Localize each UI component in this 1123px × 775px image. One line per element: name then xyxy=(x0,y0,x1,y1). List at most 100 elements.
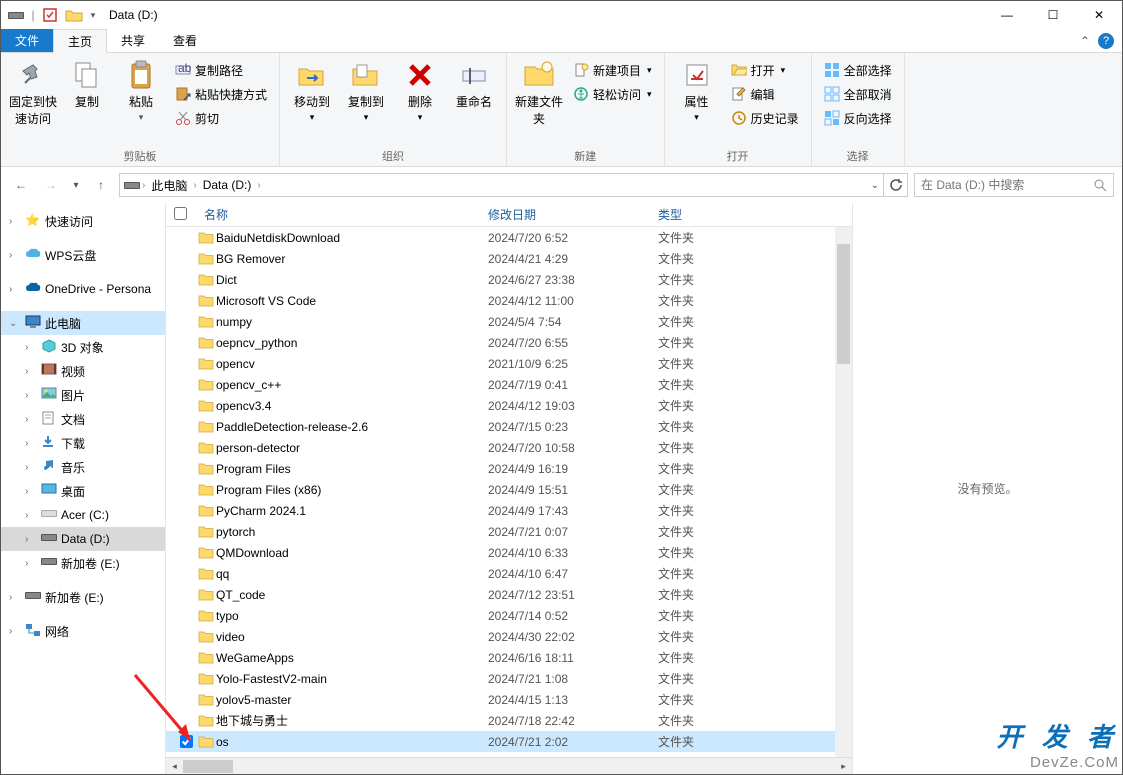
sidebar-downloads[interactable]: ›下载 xyxy=(1,431,165,455)
file-row[interactable]: opencv3.42024/4/12 19:03文件夹 xyxy=(166,395,852,416)
sidebar-acer-c[interactable]: ›Acer (C:) xyxy=(1,503,165,527)
tab-view[interactable]: 查看 xyxy=(159,29,211,52)
qat-properties[interactable] xyxy=(39,4,61,26)
file-row[interactable]: typo2024/7/14 0:52文件夹 xyxy=(166,605,852,626)
sidebar-wps[interactable]: ›WPS云盘 xyxy=(1,243,165,267)
ribbon-collapse-icon[interactable]: ⌃ xyxy=(1080,34,1090,48)
new-folder-button[interactable]: 新建文件夹 xyxy=(515,57,563,127)
sidebar-pictures[interactable]: ›图片 xyxy=(1,383,165,407)
file-row[interactable]: PaddleDetection-release-2.62024/7/15 0:2… xyxy=(166,416,852,437)
column-headers[interactable]: 名称 修改日期 类型 xyxy=(166,203,852,227)
file-row[interactable]: PyCharm 2024.12024/4/9 17:43文件夹 xyxy=(166,500,852,521)
search-input[interactable] xyxy=(921,178,1093,192)
sidebar-data-d[interactable]: ›Data (D:) xyxy=(1,527,165,551)
file-row[interactable]: pytorch2024/7/21 0:07文件夹 xyxy=(166,521,852,542)
file-row[interactable]: yolov5-master2024/4/15 1:13文件夹 xyxy=(166,689,852,710)
new-folder-icon xyxy=(523,59,555,91)
select-all-checkbox[interactable] xyxy=(174,207,187,220)
sidebar-vol-e2[interactable]: ›新加卷 (E:) xyxy=(1,585,165,609)
file-row[interactable]: 地下城与勇士2024/7/18 22:42文件夹 xyxy=(166,710,852,731)
column-date[interactable]: 修改日期 xyxy=(488,206,658,223)
minimize-button[interactable]: — xyxy=(984,1,1030,29)
sidebar-3d-objects[interactable]: ›3D 对象 xyxy=(1,335,165,359)
select-none-button[interactable]: 全部取消 xyxy=(820,83,896,105)
column-name[interactable]: 名称 xyxy=(198,206,488,223)
file-row[interactable]: person-detector2024/7/20 10:58文件夹 xyxy=(166,437,852,458)
file-row[interactable]: BaiduNetdiskDownload2024/7/20 6:52文件夹 xyxy=(166,227,852,248)
maximize-button[interactable]: ☐ xyxy=(1030,1,1076,29)
sidebar-onedrive[interactable]: ›OneDrive - Persona xyxy=(1,277,165,301)
row-checkbox[interactable] xyxy=(180,735,193,748)
sidebar-documents[interactable]: ›文档 xyxy=(1,407,165,431)
vertical-scrollbar[interactable] xyxy=(835,227,852,757)
sidebar-network[interactable]: ›网络 xyxy=(1,619,165,643)
sidebar-quick-access[interactable]: ›⭐快速访问 xyxy=(1,209,165,233)
nav-back-button[interactable]: ← xyxy=(9,173,33,197)
breadcrumb[interactable]: › 此电脑 › Data (D:) › ⌄ xyxy=(119,173,884,197)
navigation-sidebar[interactable]: ›⭐快速访问 ›WPS云盘 ›OneDrive - Persona ⌄此电脑 ›… xyxy=(1,203,166,774)
sidebar-music[interactable]: ›音乐 xyxy=(1,455,165,479)
move-to-button[interactable]: 移动到▾ xyxy=(288,57,336,123)
file-row[interactable]: QT_code2024/7/12 23:51文件夹 xyxy=(166,584,852,605)
tab-file[interactable]: 文件 xyxy=(1,29,53,52)
file-row[interactable]: Microsoft VS Code2024/4/12 11:00文件夹 xyxy=(166,290,852,311)
help-icon[interactable]: ? xyxy=(1098,33,1114,49)
breadcrumb-location[interactable]: Data (D:) xyxy=(199,178,256,192)
paste-button[interactable]: 粘贴 ▾ xyxy=(117,57,165,123)
history-button[interactable]: 历史记录 xyxy=(727,107,803,129)
select-none-icon xyxy=(824,86,840,102)
file-row[interactable]: qq2024/4/10 6:47文件夹 xyxy=(166,563,852,584)
nav-forward-button[interactable]: → xyxy=(39,173,63,197)
refresh-button[interactable] xyxy=(884,173,908,197)
breadcrumb-this-pc[interactable]: 此电脑 xyxy=(147,177,191,194)
search-box[interactable] xyxy=(914,173,1114,197)
select-all-button[interactable]: 全部选择 xyxy=(820,59,896,81)
qat-newfolder[interactable] xyxy=(63,4,85,26)
file-row[interactable]: video2024/4/30 22:02文件夹 xyxy=(166,626,852,647)
file-row[interactable]: Program Files (x86)2024/4/9 15:51文件夹 xyxy=(166,479,852,500)
column-type[interactable]: 类型 xyxy=(658,206,778,223)
tab-share[interactable]: 共享 xyxy=(107,29,159,52)
breadcrumb-sep-icon[interactable]: › xyxy=(257,180,260,191)
nav-up-button[interactable]: ↑ xyxy=(89,173,113,197)
delete-button[interactable]: 删除▾ xyxy=(396,57,444,123)
sidebar-videos[interactable]: ›视频 xyxy=(1,359,165,383)
file-row[interactable]: os2024/7/21 2:02文件夹 xyxy=(166,731,852,752)
file-row[interactable]: numpy2024/5/4 7:54文件夹 xyxy=(166,311,852,332)
rename-button[interactable]: 重命名 xyxy=(450,57,498,110)
breadcrumb-sep-icon[interactable]: › xyxy=(142,180,145,191)
qat-dropdown[interactable]: ▾ xyxy=(87,4,99,26)
tab-home[interactable]: 主页 xyxy=(53,29,107,53)
cut-button[interactable]: 剪切 xyxy=(171,107,271,129)
easy-access-button[interactable]: 轻松访问▾ xyxy=(569,83,656,105)
copy-to-button[interactable]: 复制到▾ xyxy=(342,57,390,123)
nav-recent-dropdown[interactable]: ▾ xyxy=(69,173,83,197)
copy-path-button[interactable]: abc复制路径 xyxy=(171,59,271,81)
pin-to-quick-access-button[interactable]: 固定到快速访问 xyxy=(9,57,57,127)
invert-selection-button[interactable]: 反向选择 xyxy=(820,107,896,129)
breadcrumb-dropdown-icon[interactable]: ⌄ xyxy=(871,180,879,191)
new-item-button[interactable]: 新建项目▾ xyxy=(569,59,656,81)
file-row[interactable]: oepncv_python2024/7/20 6:55文件夹 xyxy=(166,332,852,353)
copy-button[interactable]: 复制 xyxy=(63,57,111,110)
sidebar-desktop[interactable]: ›桌面 xyxy=(1,479,165,503)
file-name: Dict xyxy=(216,273,488,287)
file-row[interactable]: QMDownload2024/4/10 6:33文件夹 xyxy=(166,542,852,563)
breadcrumb-sep-icon[interactable]: › xyxy=(193,180,196,191)
file-row[interactable]: WeGameApps2024/6/16 18:11文件夹 xyxy=(166,647,852,668)
edit-button[interactable]: 编辑 xyxy=(727,83,803,105)
sidebar-this-pc[interactable]: ⌄此电脑 xyxy=(1,311,165,335)
file-row[interactable]: Program Files2024/4/9 16:19文件夹 xyxy=(166,458,852,479)
file-row[interactable]: opencv2021/10/9 6:25文件夹 xyxy=(166,353,852,374)
paste-shortcut-button[interactable]: 粘贴快捷方式 xyxy=(171,83,271,105)
file-row[interactable]: Yolo-FastestV2-main2024/7/21 1:08文件夹 xyxy=(166,668,852,689)
properties-button[interactable]: 属性▾ xyxy=(673,57,721,123)
sidebar-vol-e1[interactable]: ›新加卷 (E:) xyxy=(1,551,165,575)
close-button[interactable]: ✕ xyxy=(1076,1,1122,29)
search-icon[interactable] xyxy=(1093,178,1107,192)
file-row[interactable]: Dict2024/6/27 23:38文件夹 xyxy=(166,269,852,290)
horizontal-scrollbar[interactable]: ◂ ▸ xyxy=(166,757,852,774)
file-row[interactable]: BG Remover2024/4/21 4:29文件夹 xyxy=(166,248,852,269)
file-row[interactable]: opencv_c++2024/7/19 0:41文件夹 xyxy=(166,374,852,395)
open-button[interactable]: 打开▾ xyxy=(727,59,803,81)
